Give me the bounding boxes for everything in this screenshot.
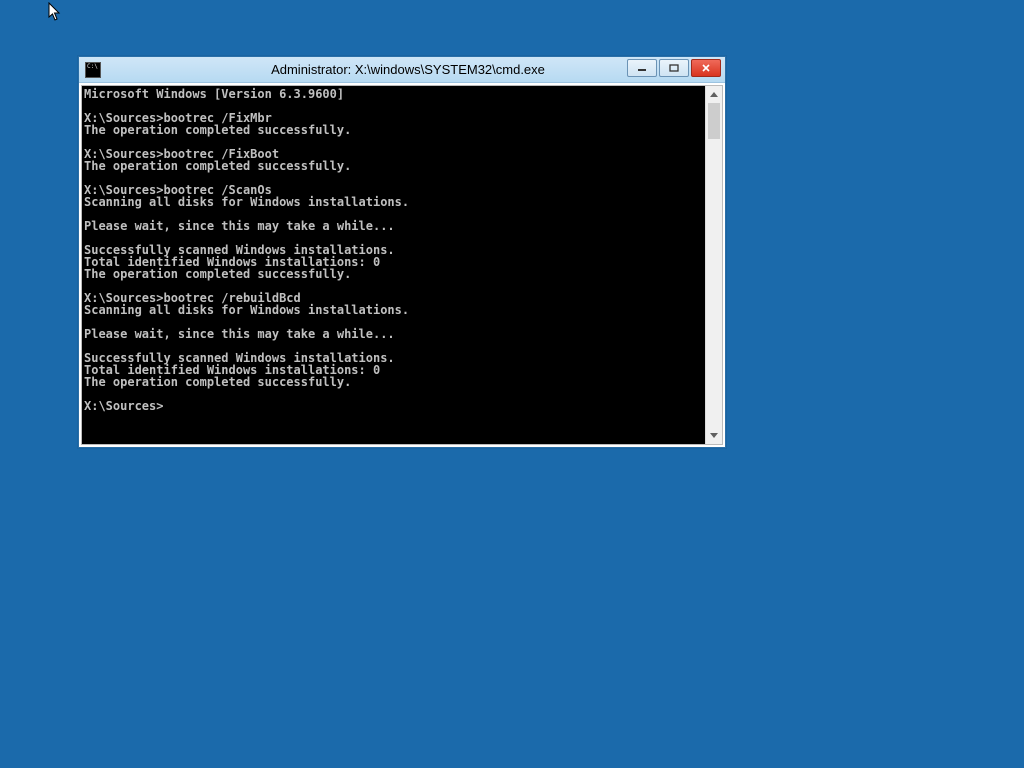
scroll-track[interactable] xyxy=(706,103,722,427)
cmd-icon xyxy=(85,62,101,78)
maximize-button[interactable] xyxy=(659,59,689,77)
titlebar[interactable]: Administrator: X:\windows\SYSTEM32\cmd.e… xyxy=(79,57,725,83)
mouse-cursor xyxy=(48,2,62,22)
terminal-wrap: Microsoft Windows [Version 6.3.9600] X:\… xyxy=(81,85,723,445)
cmd-window: Administrator: X:\windows\SYSTEM32\cmd.e… xyxy=(78,56,726,448)
terminal-output[interactable]: Microsoft Windows [Version 6.3.9600] X:\… xyxy=(82,86,705,444)
scroll-down-button[interactable] xyxy=(706,427,722,444)
scroll-thumb[interactable] xyxy=(708,103,720,139)
minimize-button[interactable] xyxy=(627,59,657,77)
vertical-scrollbar[interactable] xyxy=(705,86,722,444)
client-area: Microsoft Windows [Version 6.3.9600] X:\… xyxy=(79,83,725,447)
scroll-up-button[interactable] xyxy=(706,86,722,103)
close-button[interactable] xyxy=(691,59,721,77)
window-controls xyxy=(627,59,721,77)
